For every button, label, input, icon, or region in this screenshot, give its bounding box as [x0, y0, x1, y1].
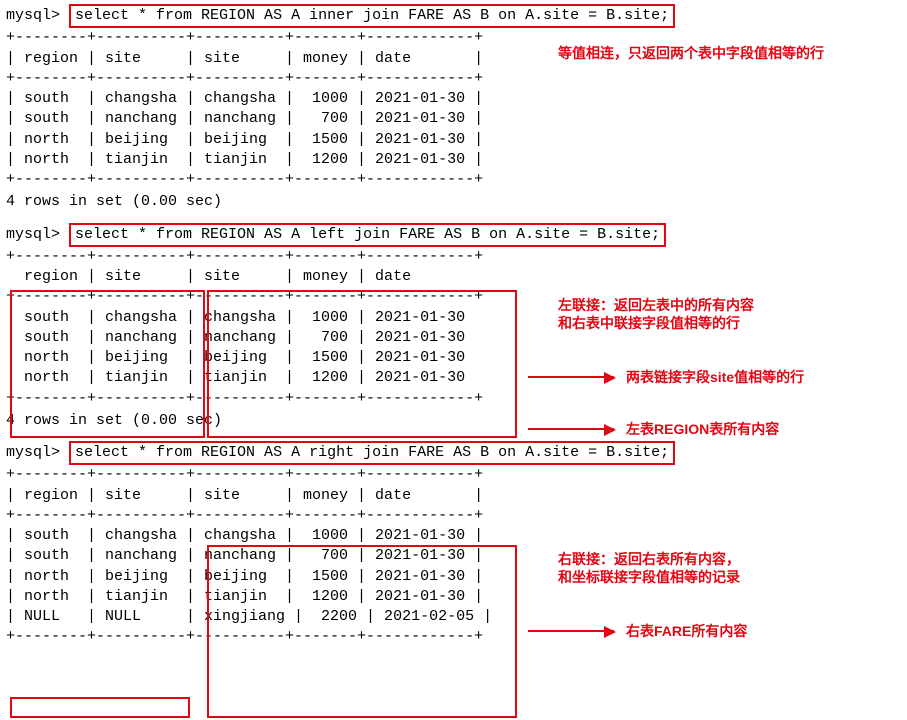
inner-query: select * from REGION AS A inner join FAR… — [75, 7, 669, 24]
right-hl-fare-cols — [207, 545, 517, 718]
left-query: select * from REGION AS A left join FARE… — [75, 226, 660, 243]
arrow-right — [528, 630, 614, 632]
right-prompt-line: mysql> select * from REGION AS A right j… — [6, 441, 907, 465]
arrow-left-1 — [528, 376, 614, 378]
ann-left-2: 和右表中联接字段值相等的行 — [558, 314, 740, 333]
inner-status: 4 rows in set (0.00 sec) — [6, 192, 907, 212]
left-prompt-line: mysql> select * from REGION AS A left jo… — [6, 223, 907, 247]
ann-left-1: 左联接：返回左表中的所有内容 — [558, 296, 754, 315]
mysql-prompt: mysql> — [6, 444, 60, 461]
left-hl-region-cols — [10, 290, 205, 438]
left-query-box: select * from REGION AS A left join FARE… — [69, 223, 666, 247]
ann-right-2: 和坐标联接字段值相等的记录 — [558, 568, 740, 587]
ann-right-1: 右联接：返回右表所有内容， — [558, 550, 740, 569]
inner-join-block: mysql> select * from REGION AS A inner j… — [6, 4, 907, 213]
inner-query-box: select * from REGION AS A inner join FAR… — [69, 4, 675, 28]
right-query: select * from REGION AS A right join FAR… — [75, 444, 669, 461]
ann-left-arrow1: 两表链接字段site值相等的行 — [626, 368, 804, 387]
inner-prompt-line: mysql> select * from REGION AS A inner j… — [6, 4, 907, 28]
ann-right-arrow: 右表FARE所有内容 — [626, 622, 747, 641]
right-hl-null-cells — [10, 697, 190, 718]
ann-inner: 等值相连，只返回两个表中字段值相等的行 — [558, 44, 824, 63]
left-hl-fare-cols — [207, 290, 517, 438]
mysql-prompt: mysql> — [6, 226, 60, 243]
arrow-left-2 — [528, 428, 614, 430]
ann-left-arrow2: 左表REGION表所有内容 — [626, 420, 779, 439]
right-query-box: select * from REGION AS A right join FAR… — [69, 441, 675, 465]
mysql-prompt: mysql> — [6, 7, 60, 24]
